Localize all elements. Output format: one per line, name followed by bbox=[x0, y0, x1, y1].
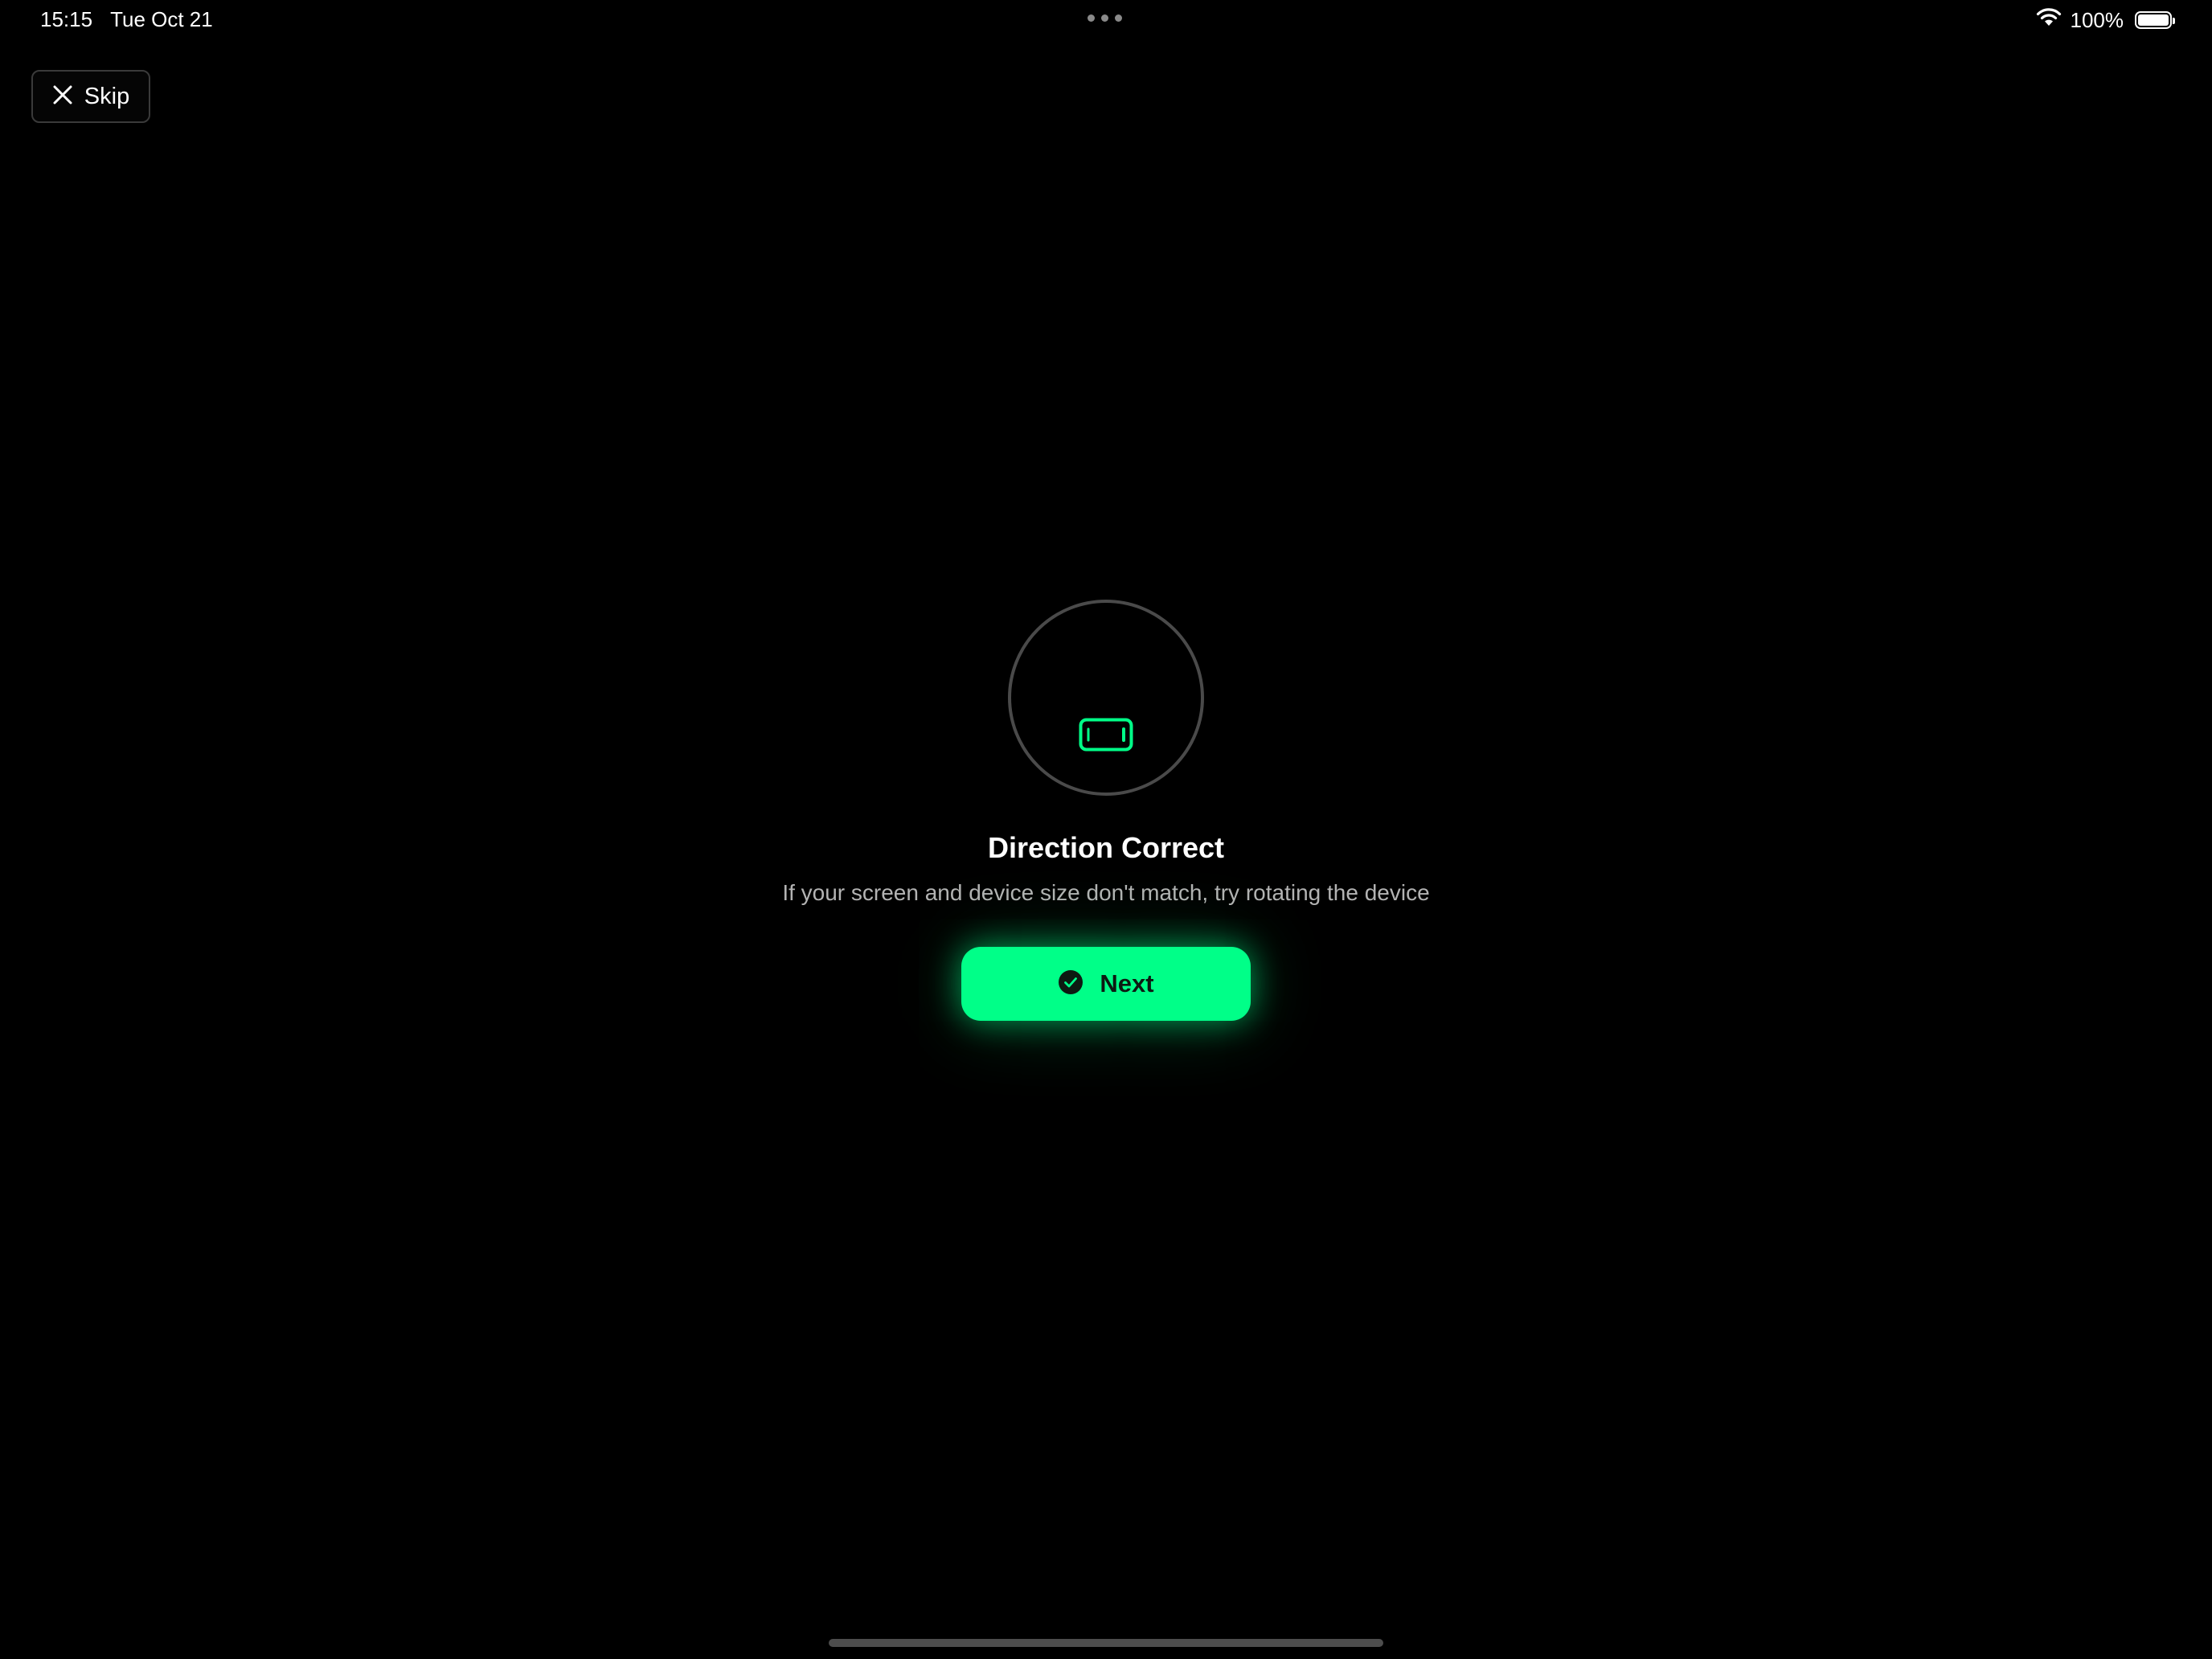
multitasking-dots-icon[interactable] bbox=[1088, 14, 1122, 22]
landscape-device-icon bbox=[1079, 718, 1133, 756]
page-title: Direction Correct bbox=[987, 831, 1225, 864]
next-label: Next bbox=[1100, 969, 1154, 997]
orientation-circle bbox=[1008, 600, 1204, 796]
status-indicators: 100% bbox=[2035, 6, 2175, 33]
battery-fill bbox=[2138, 14, 2169, 26]
skip-button[interactable]: Skip bbox=[31, 70, 150, 123]
status-bar: 15:15 Tue Oct 21 100% bbox=[0, 0, 2212, 39]
battery-percent: 100% bbox=[2070, 7, 2124, 32]
close-icon bbox=[52, 84, 73, 109]
status-date: Tue Oct 21 bbox=[110, 7, 213, 31]
next-button[interactable]: Next bbox=[961, 947, 1251, 1021]
home-indicator[interactable] bbox=[829, 1639, 1383, 1647]
orientation-check-screen: 15:15 Tue Oct 21 100% Skip Direction Cor… bbox=[0, 0, 2212, 1659]
checkmark-circle-icon bbox=[1058, 969, 1083, 999]
skip-label: Skip bbox=[84, 83, 130, 109]
status-time-date: 15:15 Tue Oct 21 bbox=[40, 6, 213, 32]
status-time: 15:15 bbox=[40, 7, 93, 31]
wifi-icon bbox=[2035, 6, 2062, 33]
battery-icon bbox=[2135, 10, 2175, 29]
page-subtitle: If your screen and device size don't mat… bbox=[782, 880, 1430, 905]
